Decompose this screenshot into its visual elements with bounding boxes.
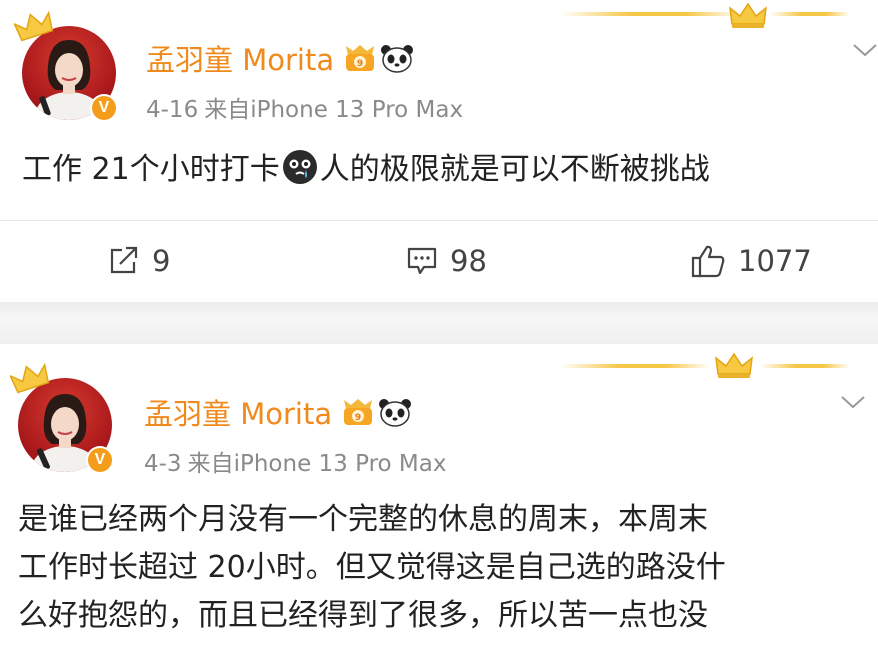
- post-meta: 4-16 来自iPhone 13 Pro Max: [146, 90, 463, 124]
- username-link[interactable]: 孟羽童 Morita: [146, 37, 334, 79]
- panda-icon: [379, 399, 412, 427]
- verified-badge: V: [86, 446, 114, 474]
- like-button[interactable]: 1077: [690, 236, 812, 286]
- gold-decoration-line: [760, 364, 850, 368]
- comment-icon: [407, 247, 437, 275]
- repost-icon: [110, 246, 138, 274]
- repost-count: 9: [152, 244, 171, 278]
- crown-icon: [14, 10, 54, 42]
- gold-decoration-line: [770, 12, 850, 16]
- comment-button[interactable]: 98: [406, 236, 487, 286]
- post-date: 4-16: [146, 97, 199, 123]
- post-text-line: 工作时长超过 20小时。但又觉得这是自己选的路没什: [18, 550, 726, 585]
- vip-badge-icon[interactable]: 9: [342, 43, 378, 73]
- svg-text:9: 9: [355, 413, 361, 423]
- verified-v-icon: V: [92, 96, 116, 120]
- like-count: 1077: [738, 244, 812, 278]
- crown-icon: [715, 352, 753, 378]
- username-row: 孟羽童 Morita 9: [144, 392, 412, 432]
- crown-icon: [10, 362, 50, 394]
- post-card: V 孟羽童 Morita 9 4-16 来自iPhone 13 Pro Max …: [0, 0, 878, 302]
- like-icon: [691, 245, 725, 278]
- post-text-line: 是谁已经两个月没有一个完整的休息的周末，本周末: [18, 502, 708, 537]
- avatar[interactable]: V: [10, 362, 114, 474]
- svg-text:9: 9: [357, 59, 363, 69]
- avatar[interactable]: V: [14, 10, 118, 122]
- panda-icon: [381, 45, 414, 73]
- post-text: 工作 21个小时打卡 人的极限就是可以不断被挑战: [22, 146, 710, 194]
- post-card: V 孟羽童 Morita 9 4-3 来自iPhone 13 Pro Max 是…: [0, 344, 878, 655]
- gold-decoration-line: [560, 364, 710, 368]
- verified-v-icon: V: [88, 448, 112, 472]
- verified-badge: V: [90, 94, 118, 122]
- comment-count: 98: [450, 244, 487, 278]
- divider: [0, 220, 878, 221]
- post-text: 是谁已经两个月没有一个完整的休息的周末，本周末 工作时长超过 20小时。但又觉得…: [18, 496, 726, 640]
- post-source: 来自iPhone 13 Pro Max: [204, 97, 464, 123]
- post-text-line: 工作 21个小时打卡 人的极限就是可以不断被挑战: [22, 146, 710, 194]
- username-link[interactable]: 孟羽童 Morita: [144, 391, 332, 433]
- post-text-line: 么好抱怨的，而且已经得到了很多，所以苦一点也没: [18, 598, 708, 633]
- username-row: 孟羽童 Morita 9: [146, 38, 414, 78]
- vip-badge-icon[interactable]: 9: [340, 397, 376, 427]
- post-meta: 4-3 来自iPhone 13 Pro Max: [144, 444, 446, 478]
- repost-button[interactable]: 9: [108, 236, 170, 286]
- post-actions: 9 98 1077: [0, 236, 878, 286]
- weibo-feed: V 孟羽童 Morita 9 4-16 来自iPhone 13 Pro Max …: [0, 0, 878, 655]
- post-source: 来自iPhone 13 Pro Max: [187, 451, 447, 477]
- feed-separator: [0, 302, 878, 344]
- crying-face-icon: [282, 150, 317, 184]
- gold-decoration-line: [560, 12, 740, 16]
- chevron-down-icon[interactable]: [840, 394, 866, 410]
- post-date: 4-3: [144, 451, 182, 477]
- chevron-down-icon[interactable]: [852, 42, 878, 58]
- crown-icon: [729, 2, 767, 28]
